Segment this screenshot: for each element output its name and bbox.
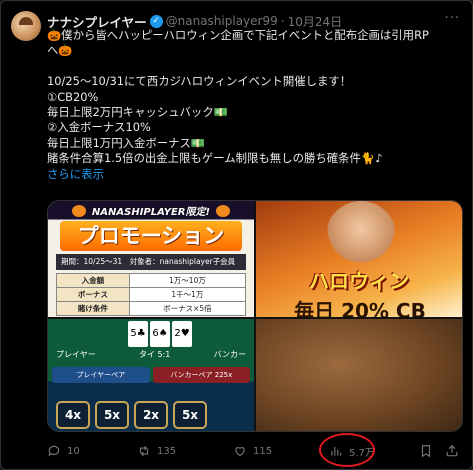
promo-header: NANASHIPLAYER限定! (48, 201, 254, 220)
table-cell: 1千〜1万 (128, 287, 247, 302)
like-count: 115 (253, 445, 273, 457)
avatar[interactable] (11, 11, 41, 41)
tweet-line: ①CB20% (47, 89, 99, 104)
playing-card: 5♣ (128, 321, 148, 347)
share-icon (446, 444, 458, 457)
table-row: 入金額 1万〜10万 (56, 273, 247, 288)
promo-table: 入金額 1万〜10万 ボーナス 1千〜1万 賭け条件 ボーナス×5倍 (56, 273, 247, 316)
baccarat-labels: プレイヤー タイ 5:1 バンカー (52, 347, 250, 362)
bet-label: プレイヤー (56, 350, 96, 359)
promo-title: プロモーション (60, 221, 242, 251)
multiplier-tile: 4x (56, 401, 90, 429)
highlight-circle-annotation (319, 433, 375, 467)
show-more-link[interactable]: さらに表示 (47, 167, 462, 182)
verified-badge-icon: ✓ (149, 14, 163, 28)
tweet-line: 10/25〜10/31にて西カジハロウィンイベント開催します！ (47, 74, 352, 89)
heart-icon (235, 447, 245, 457)
side-bets: プレイヤーペア バンカーペア 225x (52, 367, 250, 383)
tweet-date[interactable]: 10月24日 (288, 13, 343, 30)
media-grid: NANASHIPLAYER限定! プロモーション 期間：10/25〜31 対象者… (47, 200, 463, 432)
tweet-line: ②入金ボーナス10% (47, 120, 151, 135)
bookmark-icon (421, 445, 431, 458)
reply-icon (48, 445, 60, 457)
reply-button[interactable]: 10 (47, 441, 80, 461)
bookmark-button[interactable] (419, 441, 433, 461)
table-row: ボーナス 1千〜1万 (56, 287, 247, 302)
pumpkin-icon (71, 204, 86, 217)
promo-brand: NANASHIPLAYER限定! (91, 207, 211, 218)
tweet-text: 🎃僕から皆へハッピーハロウィン企画で下記イベントと配布企画は引用RP へ🎃 10… (47, 28, 462, 182)
media-image-promotion[interactable]: NANASHIPLAYER限定! プロモーション 期間：10/25〜31 対象者… (48, 201, 254, 317)
table-cell: 賭け条件 (56, 301, 130, 316)
tweet-line: 賭条件合算1.5倍の出金上限もゲーム制限も無しの勝ち確条件🐈♪ (47, 151, 383, 166)
retweet-icon (139, 445, 149, 457)
bet-label: バンカー (213, 350, 246, 359)
tweet-line: へ🎃 (47, 43, 73, 58)
halloween-title: ハロウィン (309, 269, 409, 293)
bet-label: タイ 5:1 (138, 350, 171, 359)
playing-card: 2♥ (172, 321, 192, 347)
multiplier-row: 4x 5x 2x 5x (56, 401, 207, 429)
tweet-line: 🎃僕から皆へハッピーハロウィン企画で下記イベントと配布企画は引用RP (47, 28, 429, 42)
halloween-subtitle: 毎日 20% CB (294, 299, 426, 317)
media-image-cat[interactable] (256, 319, 462, 431)
like-button[interactable]: 115 (233, 441, 272, 461)
action-bar: 10 135 115 5.7万 (47, 441, 462, 461)
retweet-button[interactable]: 135 (137, 441, 176, 461)
table-cell: 1万〜10万 (128, 273, 247, 288)
media-image-baccarat[interactable]: 5♣ 6♠ 2♥ プレイヤー タイ 5:1 バンカー プレイヤーペア バンカーペ… (48, 319, 254, 431)
table-row: 賭け条件 ボーナス×5倍 (56, 301, 247, 316)
multiplier-tile: 5x (95, 401, 129, 429)
pumpkin-icon (216, 204, 231, 217)
tweet-line: 毎日上限1万円入金ボーナス💵 (47, 135, 206, 150)
author-handle[interactable]: @nanashiplayer99 (166, 14, 278, 28)
multiplier-tile: 5x (173, 401, 207, 429)
share-button[interactable] (445, 441, 459, 461)
model-figure (326, 201, 396, 271)
playing-cards: 5♣ 6♠ 2♥ (128, 321, 192, 347)
tweet-line: 毎日上限2万円キャッシュバック💵 (47, 105, 228, 120)
multiplier-tile: 2x (134, 401, 168, 429)
side-bet: プレイヤーペア (52, 367, 150, 383)
playing-card: 6♠ (150, 321, 170, 347)
separator-dot: · (280, 14, 285, 28)
table-cell: ボーナス×5倍 (128, 301, 247, 316)
table-cell: ボーナス (56, 287, 130, 302)
promo-info: 期間：10/25〜31 対象者：nanashiplayer子会員 (56, 254, 246, 270)
retweet-count: 135 (157, 445, 177, 457)
tweet-card[interactable]: ナナシプレイヤー ✓ @nanashiplayer99 · 10月24日 ···… (0, 0, 473, 470)
reply-count: 10 (67, 445, 80, 457)
more-options-icon[interactable]: ··· (445, 11, 460, 26)
tweet-line (47, 59, 462, 74)
side-bet: バンカーペア 225x (152, 367, 250, 383)
media-image-halloween[interactable]: ハロウィン 毎日 20% CB (256, 201, 462, 317)
table-cell: 入金額 (56, 273, 130, 288)
